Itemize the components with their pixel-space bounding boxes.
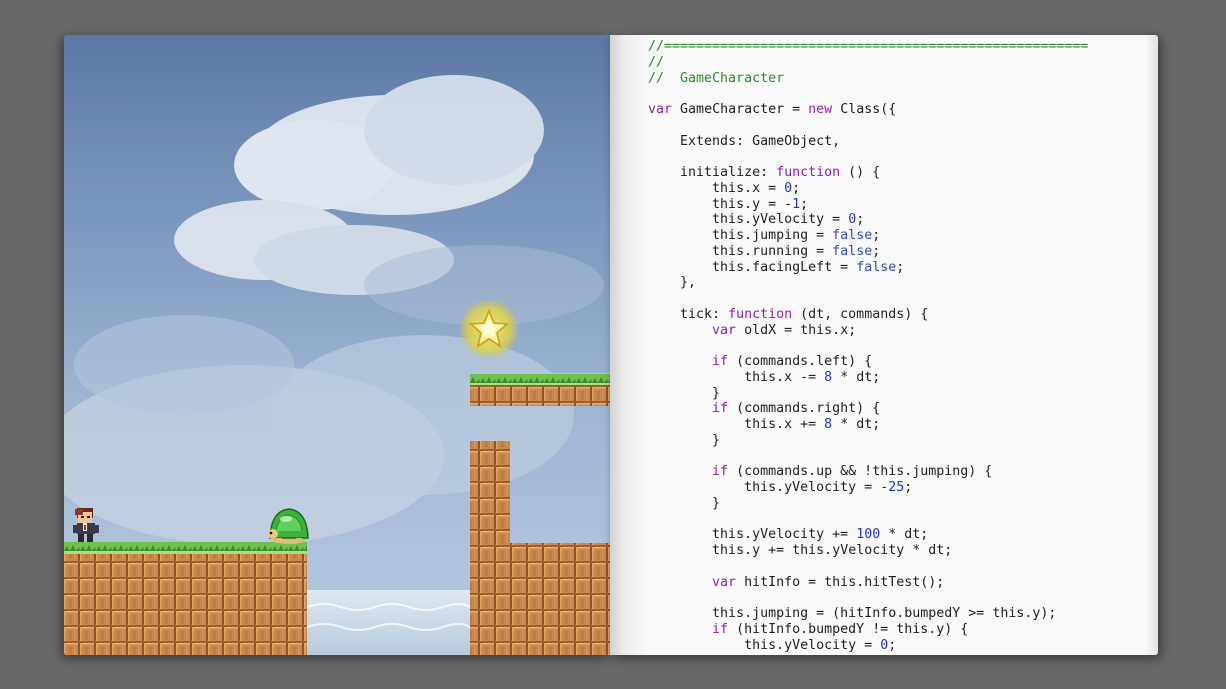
floating-platform (470, 373, 610, 406)
brick-pillar (470, 441, 510, 655)
ground-left (64, 542, 307, 655)
code-line: this.x -= 8 * dt; (744, 369, 881, 385)
code-line: } (648, 385, 721, 401)
cloud-layer (64, 75, 604, 545)
code-line: this.yVelocity = 0; (744, 637, 897, 653)
code-line: this.yVelocity += 100 * dt; (712, 527, 929, 543)
code-line: initialize: function () { (680, 165, 881, 180)
code-line: } (648, 495, 721, 511)
code-line: this.jumping = (hitInfo.bumpedY >= this.… (712, 606, 1057, 621)
code-line: this.y = -1; (712, 196, 809, 212)
code-line: //======================================… (648, 39, 1089, 54)
code-line: // GameCharacter (648, 70, 785, 86)
book: //======================================… (64, 35, 1158, 655)
code-line: var GameCharacter = new Class({ (648, 102, 897, 117)
code-line: this.x = 0; (712, 180, 801, 196)
code-line: if (commands.right) { (712, 401, 881, 417)
code-line: if (commands.up && !this.jumping) { (712, 464, 993, 480)
code-line: this.facingLeft = false; (712, 259, 905, 275)
code-line: if (hitInfo.bumpedY != this.y) { (712, 621, 969, 637)
code-line: // (648, 54, 665, 70)
code-line: this.jumping = false; (712, 228, 881, 243)
code-line: } (648, 432, 721, 448)
star-icon[interactable] (458, 298, 520, 360)
code-line: this.yVelocity = -25; (744, 480, 913, 495)
code-line: this.y += this.yVelocity * dt; (712, 543, 953, 558)
code-line: if (commands.left) { (712, 354, 873, 369)
code-line: this.running = false; (712, 243, 881, 259)
code-line: this.yVelocity = 0; (712, 212, 865, 228)
game-canvas[interactable] (64, 35, 610, 655)
code-line: var hitInfo = this.hitTest(); (712, 574, 945, 590)
water (307, 590, 470, 655)
code-page: //======================================… (610, 35, 1158, 655)
code-line: tick: function (dt, commands) { (680, 306, 929, 322)
code-line: var oldX = this.x; (712, 322, 857, 338)
brick-block-right (510, 543, 610, 655)
code-line: Extends: GameObject, (680, 133, 841, 149)
code-line: this.x += 8 * dt; (744, 417, 881, 432)
code-listing: //======================================… (648, 39, 1088, 653)
game-scene (64, 75, 610, 655)
code-line: }, (648, 275, 697, 291)
